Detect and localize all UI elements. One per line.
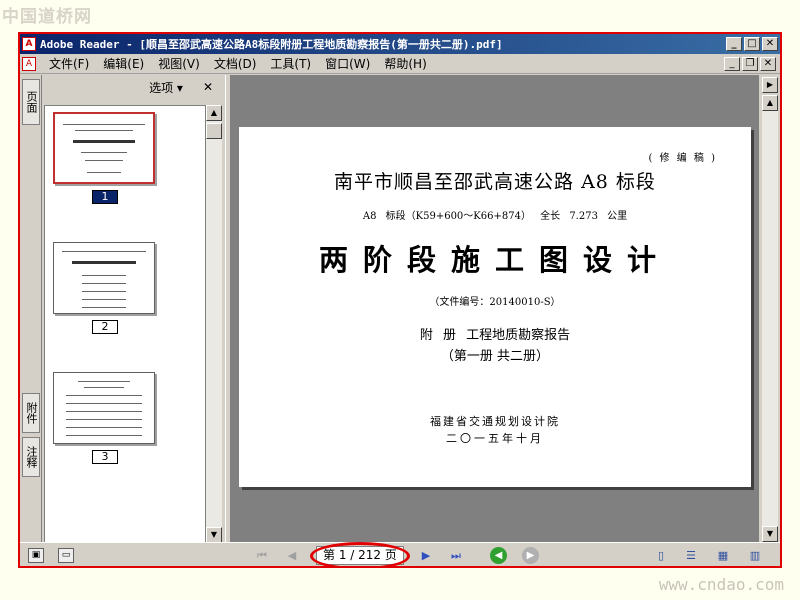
document-page: ( 修 编 稿 ) 南平市顺昌至邵武高速公路 A8 标段 A8 标段（K59+6… (239, 127, 751, 487)
window-title: Adobe Reader - [顺昌至邵武高速公路A8标段附册工程地质勘察报告(… (40, 38, 503, 51)
prev-page-button[interactable]: ◀ (282, 547, 302, 565)
close-panel-icon[interactable]: ✕ (203, 80, 213, 94)
doc-section: A8 标段（K59+600～K66+874） 全长 7.273 公里 (362, 211, 628, 222)
first-page-button[interactable]: ⏮ (252, 547, 272, 565)
doc-organization: 福建省交通规划设计院 (430, 415, 560, 428)
page-indicator[interactable]: 第 1 / 212 页 (316, 546, 404, 565)
thumbnail-label[interactable]: 1 (92, 190, 118, 204)
doc-date: 二〇一五年十月 (446, 432, 544, 445)
page-thumbnail-3[interactable] (53, 372, 155, 444)
expand-arrow-icon[interactable]: ▶ (762, 77, 778, 93)
scroll-down-icon[interactable]: ▼ (206, 527, 222, 543)
thumbnail-scrollbar[interactable]: ▲ ▼ (206, 105, 222, 543)
doc-title: 南平市顺昌至邵武高速公路 A8 标段 (334, 171, 656, 193)
watermark-bottom: www.cndao.com (658, 575, 784, 594)
watermark-top: 中国道桥网 (2, 7, 92, 27)
thumbnail-label[interactable]: 3 (92, 450, 118, 464)
menu-tools[interactable]: 工具(T) (263, 55, 318, 72)
viewer-scrollbar[interactable]: ▲ ▼ (762, 95, 778, 542)
page-thumbnail-1[interactable] (53, 112, 155, 184)
doc-design-title: 两阶段施工图设计 (318, 243, 671, 277)
document-viewer[interactable]: ( 修 编 稿 ) 南平市顺昌至邵武高速公路 A8 标段 A8 标段（K59+6… (231, 75, 759, 542)
status-bar: ▣ ▭ ⏮ ◀ 第 1 / 212 页 ▶ ⏭ ◀ ▶ ▯ ☰ ▦ ▥ (20, 542, 780, 566)
doc-edition: ( 修 编 稿 ) (648, 153, 717, 164)
single-page-icon[interactable]: ▯ (652, 547, 670, 565)
scroll-up-icon[interactable]: ▲ (206, 105, 222, 121)
menu-bar: A 文件(F) 编辑(E) 视图(V) 文档(D) 工具(T) 窗口(W) 帮助… (20, 54, 780, 74)
scroll-thumb[interactable] (206, 123, 222, 139)
doc-file-number: （文件编号：20140010-S） (429, 297, 561, 308)
menu-help[interactable]: 帮助(H) (377, 55, 433, 72)
pages-panel: 选项 ▾ ✕ 1 2 3 ▲ ▼ (42, 75, 225, 543)
doc-annex: 附 册 工程地质勘察报告 (419, 328, 571, 343)
adobe-reader-icon: A (22, 37, 36, 51)
minimize-button[interactable]: _ (726, 37, 742, 51)
thumbnail-label[interactable]: 2 (92, 320, 118, 334)
facing-pages-icon[interactable]: ▦ (714, 547, 732, 565)
menu-file[interactable]: 文件(F) (42, 55, 96, 72)
menu-window[interactable]: 窗口(W) (318, 55, 377, 72)
tab-pages[interactable]: 页面 (22, 79, 40, 125)
maximize-button[interactable]: □ (744, 37, 760, 51)
continuous-page-icon[interactable]: ☰ (682, 547, 700, 565)
doc-minimize-button[interactable]: _ (724, 56, 740, 71)
options-menu[interactable]: 选项 ▾ (149, 79, 183, 96)
tab-attachments[interactable]: 附件 (22, 393, 40, 433)
doc-restore-button[interactable]: ❐ (742, 56, 758, 71)
monitor-icon[interactable]: ▣ (28, 548, 44, 563)
continuous-facing-icon[interactable]: ▥ (746, 547, 764, 565)
doc-volume: （第一册 共二册） (440, 349, 550, 364)
menu-edit[interactable]: 编辑(E) (96, 55, 151, 72)
tab-comments[interactable]: 注释 (22, 437, 40, 477)
go-forward-button[interactable]: ▶ (522, 547, 539, 564)
viewer-scroll-down-icon[interactable]: ▼ (762, 526, 778, 542)
next-page-button[interactable]: ▶ (416, 547, 436, 565)
document-icon[interactable]: A (22, 56, 36, 71)
go-back-button[interactable]: ◀ (490, 547, 507, 564)
close-button[interactable]: ✕ (762, 37, 778, 51)
thumbnail-list: 1 2 3 (44, 105, 206, 543)
viewer-scroll-up-icon[interactable]: ▲ (762, 95, 778, 111)
menu-view[interactable]: 视图(V) (151, 55, 207, 72)
viewer-scroll-area: ▶ ▲ ▼ (759, 75, 780, 542)
page-thumbnail-2[interactable] (53, 242, 155, 314)
last-page-button[interactable]: ⏭ (446, 547, 466, 565)
page-size-icon[interactable]: ▭ (58, 548, 74, 563)
app-window: A Adobe Reader - [顺昌至邵武高速公路A8标段附册工程地质勘察报… (18, 32, 782, 568)
doc-close-button[interactable]: ✕ (760, 56, 776, 71)
menu-document[interactable]: 文档(D) (207, 55, 264, 72)
title-bar[interactable]: A Adobe Reader - [顺昌至邵武高速公路A8标段附册工程地质勘察报… (20, 34, 780, 54)
navigation-tabs: 页面 附件 注释 (20, 75, 42, 542)
